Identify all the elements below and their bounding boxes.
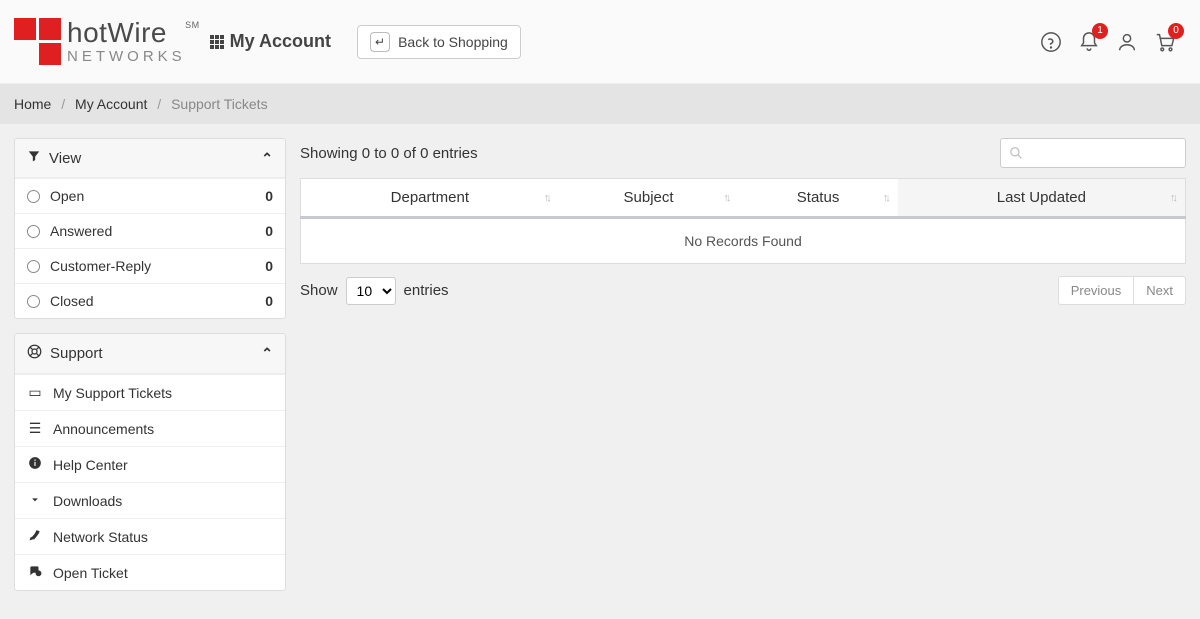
support-panel-title: Support [50, 345, 103, 362]
filter-icon [27, 149, 41, 167]
column-status[interactable]: Status↑↓ [738, 179, 897, 218]
chat-icon [27, 564, 43, 581]
support-icon [27, 344, 42, 363]
cart-icon[interactable]: 0 [1154, 31, 1176, 53]
header: hotWire SM NETWORKS My Account ↵ Back to… [0, 0, 1200, 84]
list-icon: ☰ [27, 420, 43, 437]
sort-icon: ↑↓ [1170, 192, 1175, 204]
sort-icon: ↑↓ [544, 192, 549, 204]
radio-icon [27, 295, 40, 308]
sidebar: View ⌃ Open 0 Answered 0 Customer-Reply … [14, 138, 286, 605]
filter-label: Answered [50, 223, 112, 239]
view-panel-header[interactable]: View ⌃ [15, 139, 285, 178]
support-panel-header[interactable]: Support ⌃ [15, 334, 285, 374]
filter-count: 0 [265, 188, 273, 204]
sort-icon: ↑↓ [883, 192, 888, 204]
column-department[interactable]: Department↑↓ [301, 179, 559, 218]
support-label: Help Center [53, 457, 128, 473]
logo-mark [14, 18, 61, 65]
entries-label: entries [404, 282, 449, 299]
help-icon[interactable] [1040, 31, 1062, 53]
support-item-tickets[interactable]: ▭ My Support Tickets [15, 374, 285, 410]
grid-icon [210, 35, 224, 49]
logo-primary-text: hotWire SM [67, 19, 186, 47]
support-label: My Support Tickets [53, 385, 172, 401]
next-button[interactable]: Next [1133, 276, 1186, 305]
my-account-nav[interactable]: My Account [210, 31, 331, 52]
logo-secondary-text: NETWORKS [67, 49, 186, 64]
view-filter-open[interactable]: Open 0 [15, 178, 285, 213]
logo[interactable]: hotWire SM NETWORKS [14, 18, 186, 65]
show-label: Show [300, 282, 338, 299]
page-size-select[interactable]: 10 [346, 277, 396, 305]
support-label: Downloads [53, 493, 122, 509]
support-item-announcements[interactable]: ☰ Announcements [15, 410, 285, 446]
column-subject[interactable]: Subject↑↓ [559, 179, 739, 218]
support-label: Network Status [53, 529, 148, 545]
main-content: Showing 0 to 0 of 0 entries Department↑↓… [300, 138, 1186, 305]
rocket-icon [27, 528, 43, 545]
support-label: Announcements [53, 421, 154, 437]
breadcrumb-my-account[interactable]: My Account [75, 96, 147, 112]
cart-badge: 0 [1168, 23, 1184, 39]
filter-label: Closed [50, 293, 94, 309]
support-item-help-center[interactable]: Help Center [15, 446, 285, 482]
column-last-updated[interactable]: Last Updated↑↓ [898, 179, 1186, 218]
sort-icon: ↑↓ [723, 192, 728, 204]
notifications-icon[interactable]: 1 [1078, 31, 1100, 53]
filter-count: 0 [265, 258, 273, 274]
support-item-downloads[interactable]: Downloads [15, 482, 285, 518]
support-item-open-ticket[interactable]: Open Ticket [15, 554, 285, 590]
view-panel: View ⌃ Open 0 Answered 0 Customer-Reply … [14, 138, 286, 319]
filter-label: Open [50, 188, 84, 204]
radio-icon [27, 225, 40, 238]
radio-icon [27, 260, 40, 273]
view-filter-answered[interactable]: Answered 0 [15, 213, 285, 248]
support-panel: Support ⌃ ▭ My Support Tickets ☰ Announc… [14, 333, 286, 591]
search-box[interactable] [1000, 138, 1186, 168]
no-records-message: No Records Found [301, 218, 1186, 264]
info-icon [27, 456, 43, 473]
view-panel-title: View [49, 150, 81, 167]
previous-button[interactable]: Previous [1058, 276, 1134, 305]
search-icon [1009, 145, 1023, 161]
account-icon[interactable] [1116, 31, 1138, 53]
my-account-label: My Account [230, 31, 331, 52]
breadcrumb-current: Support Tickets [171, 96, 268, 112]
tickets-table: Department↑↓ Subject↑↓ Status↑↓ Last Upd… [300, 178, 1186, 264]
back-label: Back to Shopping [398, 34, 508, 50]
radio-icon [27, 190, 40, 203]
entries-summary: Showing 0 to 0 of 0 entries [300, 145, 478, 162]
filter-count: 0 [265, 223, 273, 239]
chevron-up-icon: ⌃ [261, 150, 273, 167]
view-filter-closed[interactable]: Closed 0 [15, 283, 285, 318]
chevron-up-icon: ⌃ [261, 345, 273, 362]
view-filter-customer-reply[interactable]: Customer-Reply 0 [15, 248, 285, 283]
filter-count: 0 [265, 293, 273, 309]
support-item-network-status[interactable]: Network Status [15, 518, 285, 554]
breadcrumb: Home / My Account / Support Tickets [0, 84, 1200, 124]
pagination: Previous Next [1058, 276, 1186, 305]
ticket-icon: ▭ [27, 384, 43, 401]
return-icon: ↵ [370, 32, 390, 52]
support-label: Open Ticket [53, 565, 128, 581]
breadcrumb-home[interactable]: Home [14, 96, 51, 112]
filter-label: Customer-Reply [50, 258, 151, 274]
logo-sm-text: SM [185, 21, 200, 30]
search-input[interactable] [1029, 145, 1177, 161]
notification-badge: 1 [1092, 23, 1108, 39]
back-to-shopping-button[interactable]: ↵ Back to Shopping [357, 25, 521, 59]
download-icon [27, 492, 43, 509]
